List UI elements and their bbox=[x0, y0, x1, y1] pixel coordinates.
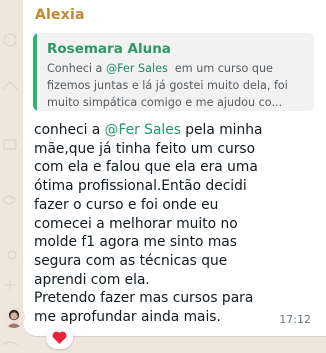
message-text-suffix: pela minha bbox=[180, 122, 263, 138]
message-text: conheci a @Fer Sales pela minha mãe,que … bbox=[34, 121, 304, 327]
message-line-4: ótima profissional.Então decidi bbox=[34, 178, 247, 195]
message-bubble[interactable]: Alexia Rosemara Aluna Conheci a @Fer Sal… bbox=[23, 0, 326, 336]
message-line-7: molde f1 agora me sinto mas bbox=[34, 234, 237, 251]
message-line-6: comecei a melhorar muito no bbox=[34, 215, 238, 232]
message-line-8: segura com as técnicas que bbox=[34, 252, 228, 269]
quoted-line-3: muito simpática comigo e me ajudou co... bbox=[47, 96, 283, 109]
quoted-line-2: fizemos juntas e lá já gostei muito dela… bbox=[47, 79, 288, 92]
quoted-message[interactable]: Rosemara Aluna Conheci a @Fer Sales em u… bbox=[33, 33, 314, 111]
message-line-9: aprendi com ela. bbox=[34, 271, 150, 288]
message-text-prefix: conheci a bbox=[34, 122, 105, 138]
avatar-image bbox=[3, 306, 25, 328]
message-line-10: Pretendo fazer mas cursos para bbox=[34, 290, 254, 307]
message-line-3: com ela e falou que ela era uma bbox=[34, 159, 258, 176]
quoted-text-suffix: em um curso que bbox=[167, 62, 273, 75]
message-line-5: fazer o curso e foi onde eu bbox=[34, 196, 219, 213]
message-line-11: me aprofundar ainda mais. bbox=[34, 309, 221, 326]
quote-accent-bar bbox=[33, 33, 37, 111]
reaction-badge[interactable] bbox=[46, 326, 73, 349]
quoted-author: Rosemara Aluna bbox=[47, 41, 171, 57]
message-line-2: mãe,que já tinha feito um curso bbox=[34, 140, 256, 157]
mention-link[interactable]: @Fer Sales bbox=[105, 122, 181, 138]
quoted-text: Conheci a @Fer Sales em um curso que fiz… bbox=[47, 60, 307, 111]
red-heart-icon bbox=[52, 331, 67, 344]
user-avatar-icon[interactable] bbox=[3, 306, 25, 328]
quoted-text-prefix: Conheci a bbox=[47, 62, 106, 75]
quoted-line-1: Conheci a @Fer Sales em um curso que bbox=[47, 60, 307, 77]
message-line-1: conheci a @Fer Sales pela minha bbox=[34, 121, 304, 140]
sender-name[interactable]: Alexia bbox=[35, 7, 85, 23]
message-timestamp: 17:12 bbox=[279, 313, 311, 326]
quoted-mention: @Fer Sales bbox=[105, 62, 168, 75]
